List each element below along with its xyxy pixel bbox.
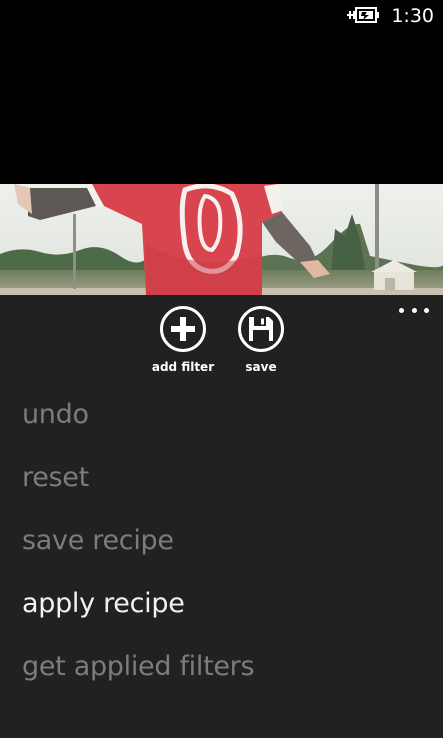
menu-item-get-applied-filters[interactable]: get applied filters — [22, 651, 255, 714]
floppy-disk-icon — [249, 317, 273, 341]
battery-charging-icon — [347, 7, 379, 23]
menu-item-save-recipe[interactable]: save recipe — [22, 525, 254, 588]
ellipsis-icon[interactable] — [399, 303, 429, 317]
photo-preview — [0, 184, 443, 295]
menu-item-apply-recipe[interactable]: apply recipe — [22, 588, 254, 651]
app-bar-menu: undo reset save recipe apply recipe get … — [22, 399, 255, 714]
status-bar: 1:30 — [0, 0, 443, 32]
clock: 1:30 — [391, 5, 434, 27]
save-button[interactable]: save — [221, 306, 301, 374]
phone-screen: 1:30 add filter save undo reset save rec… — [0, 0, 443, 738]
add-filter-button[interactable]: add filter — [143, 306, 223, 374]
plus-icon — [171, 317, 195, 341]
save-label: save — [245, 360, 277, 374]
menu-item-reset[interactable]: reset — [22, 462, 254, 525]
menu-item-undo[interactable]: undo — [22, 399, 254, 462]
add-filter-label: add filter — [151, 360, 215, 374]
application-bar: add filter save undo reset save recipe a… — [0, 295, 443, 738]
